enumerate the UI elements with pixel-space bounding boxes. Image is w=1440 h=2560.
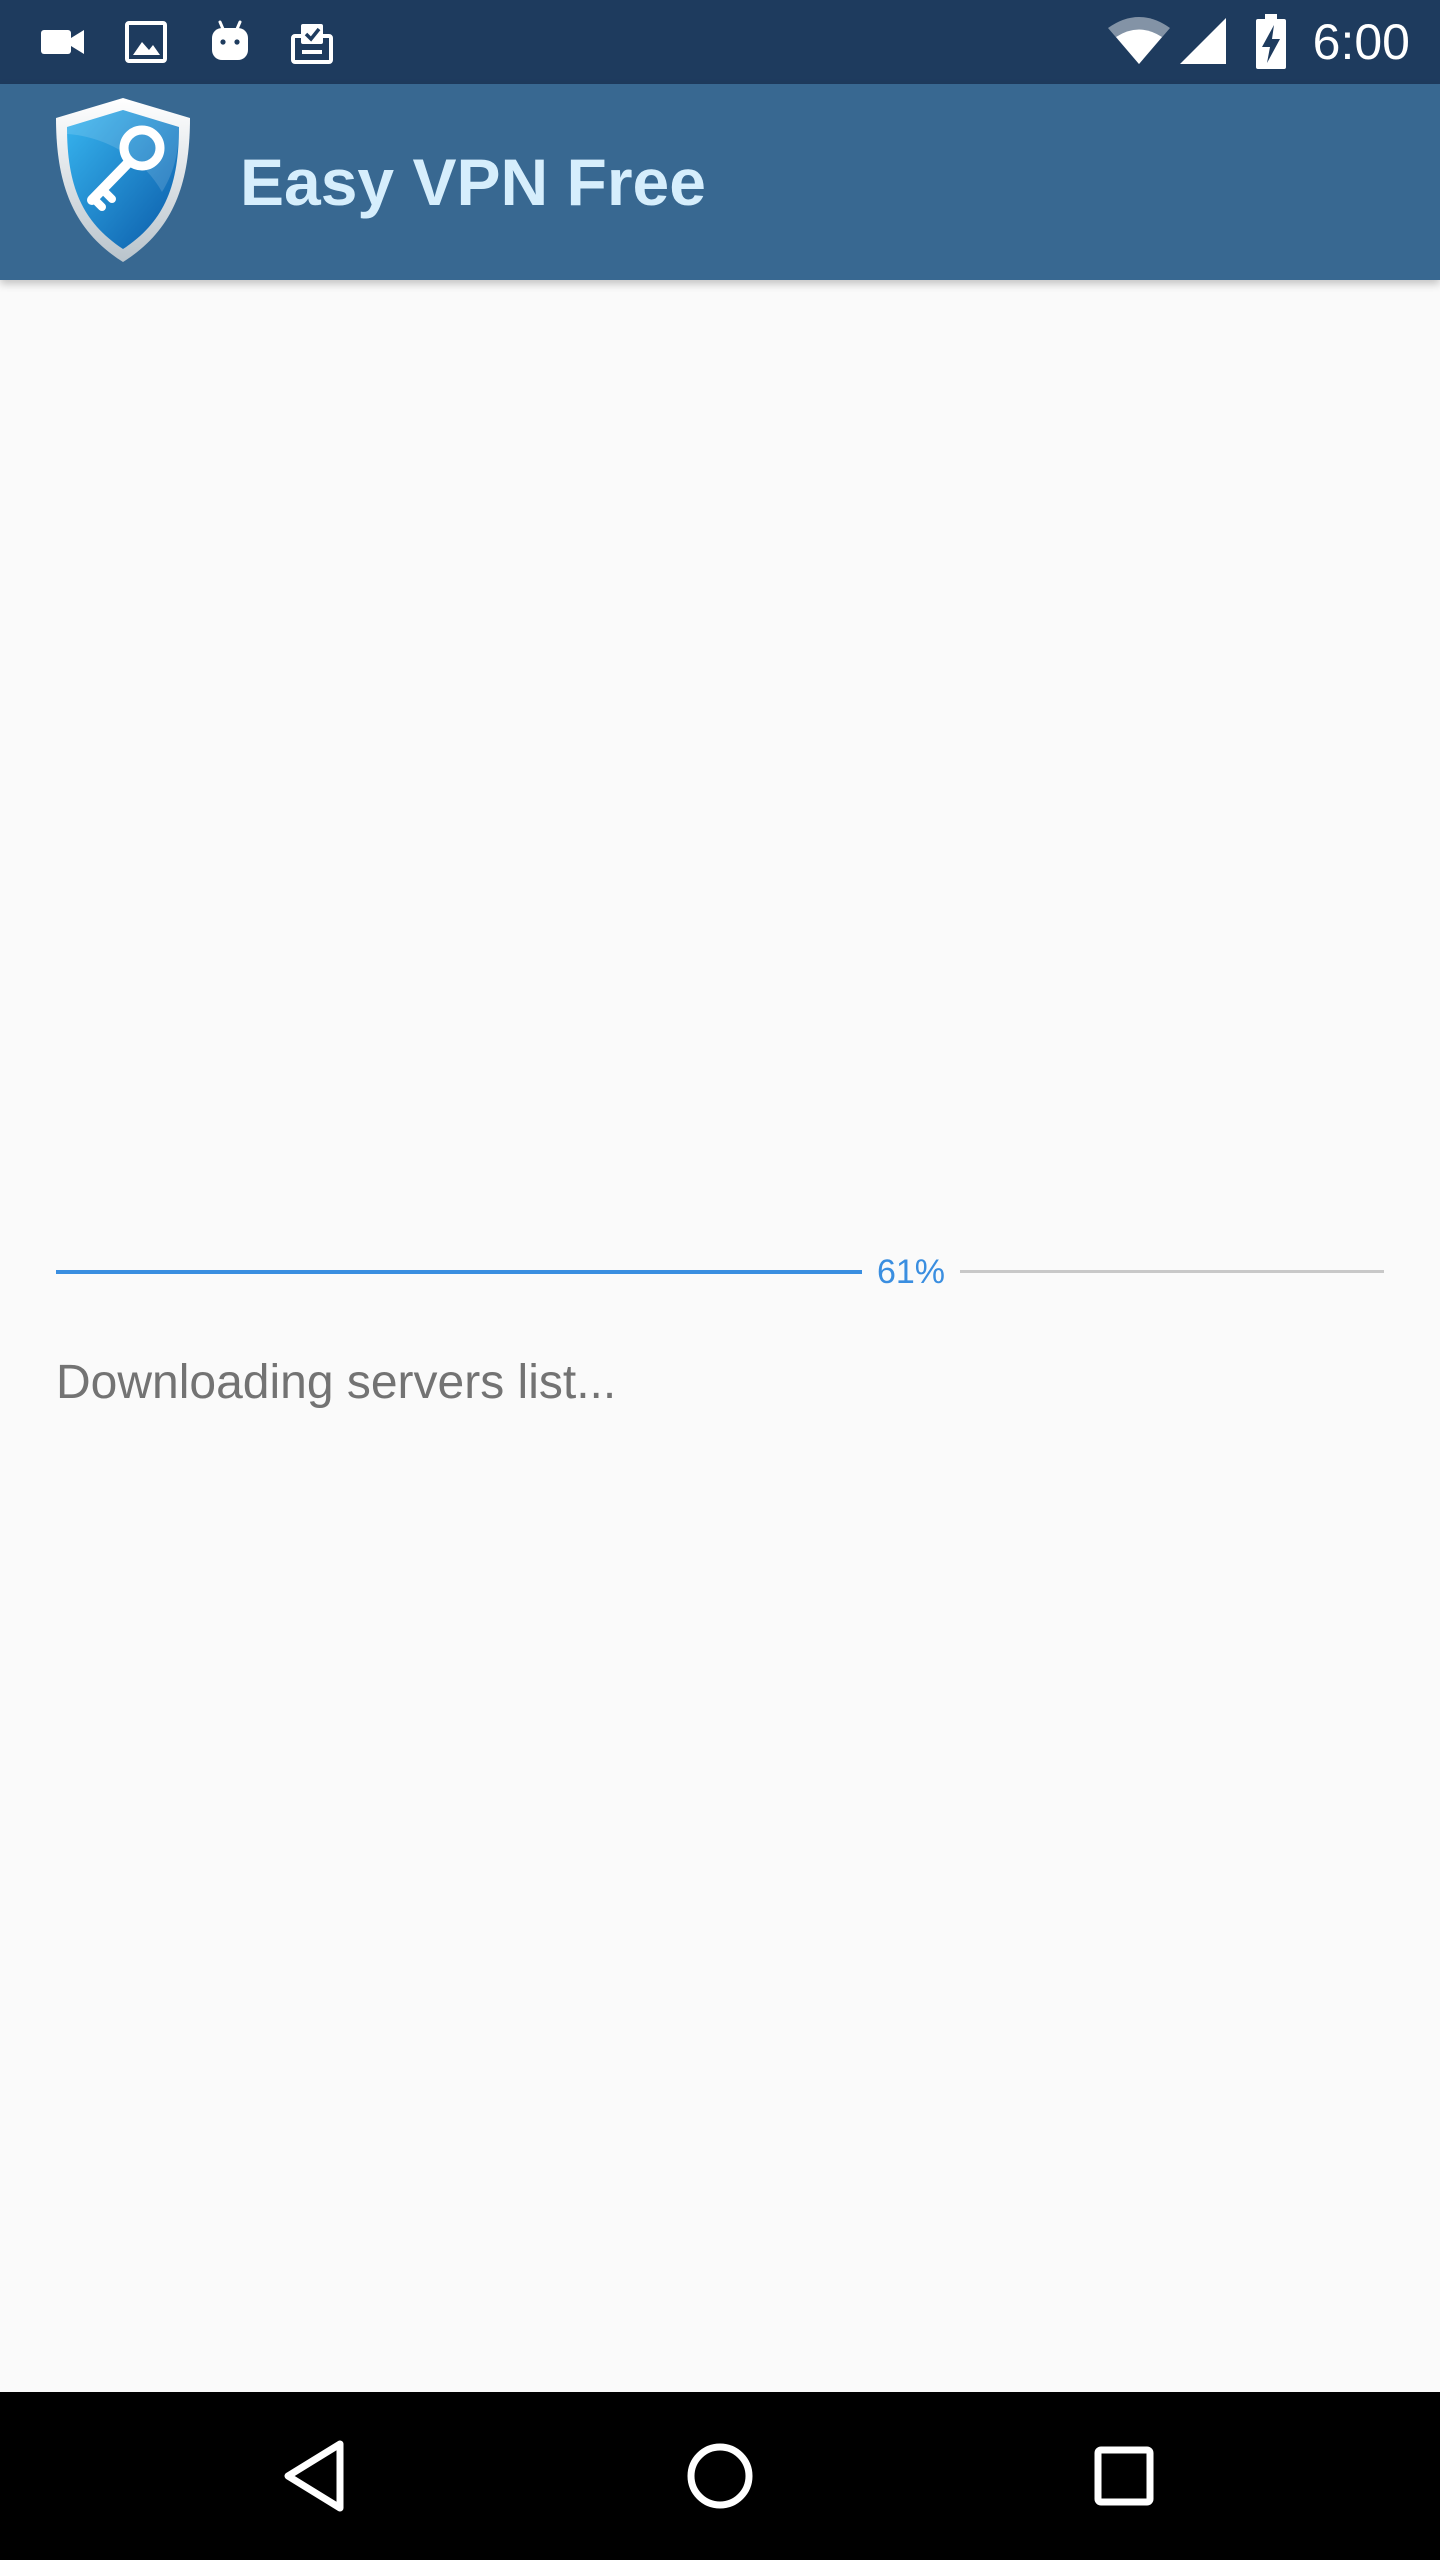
progress-bar: 61% (56, 1240, 1384, 1304)
shield-key-icon (56, 98, 190, 262)
app-title: Easy VPN Free (240, 145, 706, 219)
app-bar: Easy VPN Free (0, 84, 1440, 280)
status-bar: 6:00 (0, 0, 1440, 84)
clipboard-check-icon (291, 24, 333, 64)
wifi-icon (1108, 17, 1170, 64)
progress-track (960, 1270, 1384, 1273)
screen: 6:00 Easy VPN Free 61% Downloading serve… (0, 0, 1440, 2560)
home-icon[interactable] (670, 2426, 770, 2526)
clock: 6:00 (1312, 14, 1410, 70)
android-icon (212, 20, 248, 60)
video-camera-icon (41, 30, 84, 54)
progress-fill (56, 1270, 862, 1274)
download-status-text: Downloading servers list... (56, 1356, 617, 1409)
back-icon[interactable] (264, 2426, 364, 2526)
signal-icon (1180, 18, 1226, 64)
image-icon (125, 21, 167, 63)
navigation-bar (0, 2392, 1440, 2560)
progress-percent-label: 61% (876, 1253, 946, 1291)
recents-icon[interactable] (1074, 2426, 1174, 2526)
battery-charging-icon (1256, 14, 1286, 69)
